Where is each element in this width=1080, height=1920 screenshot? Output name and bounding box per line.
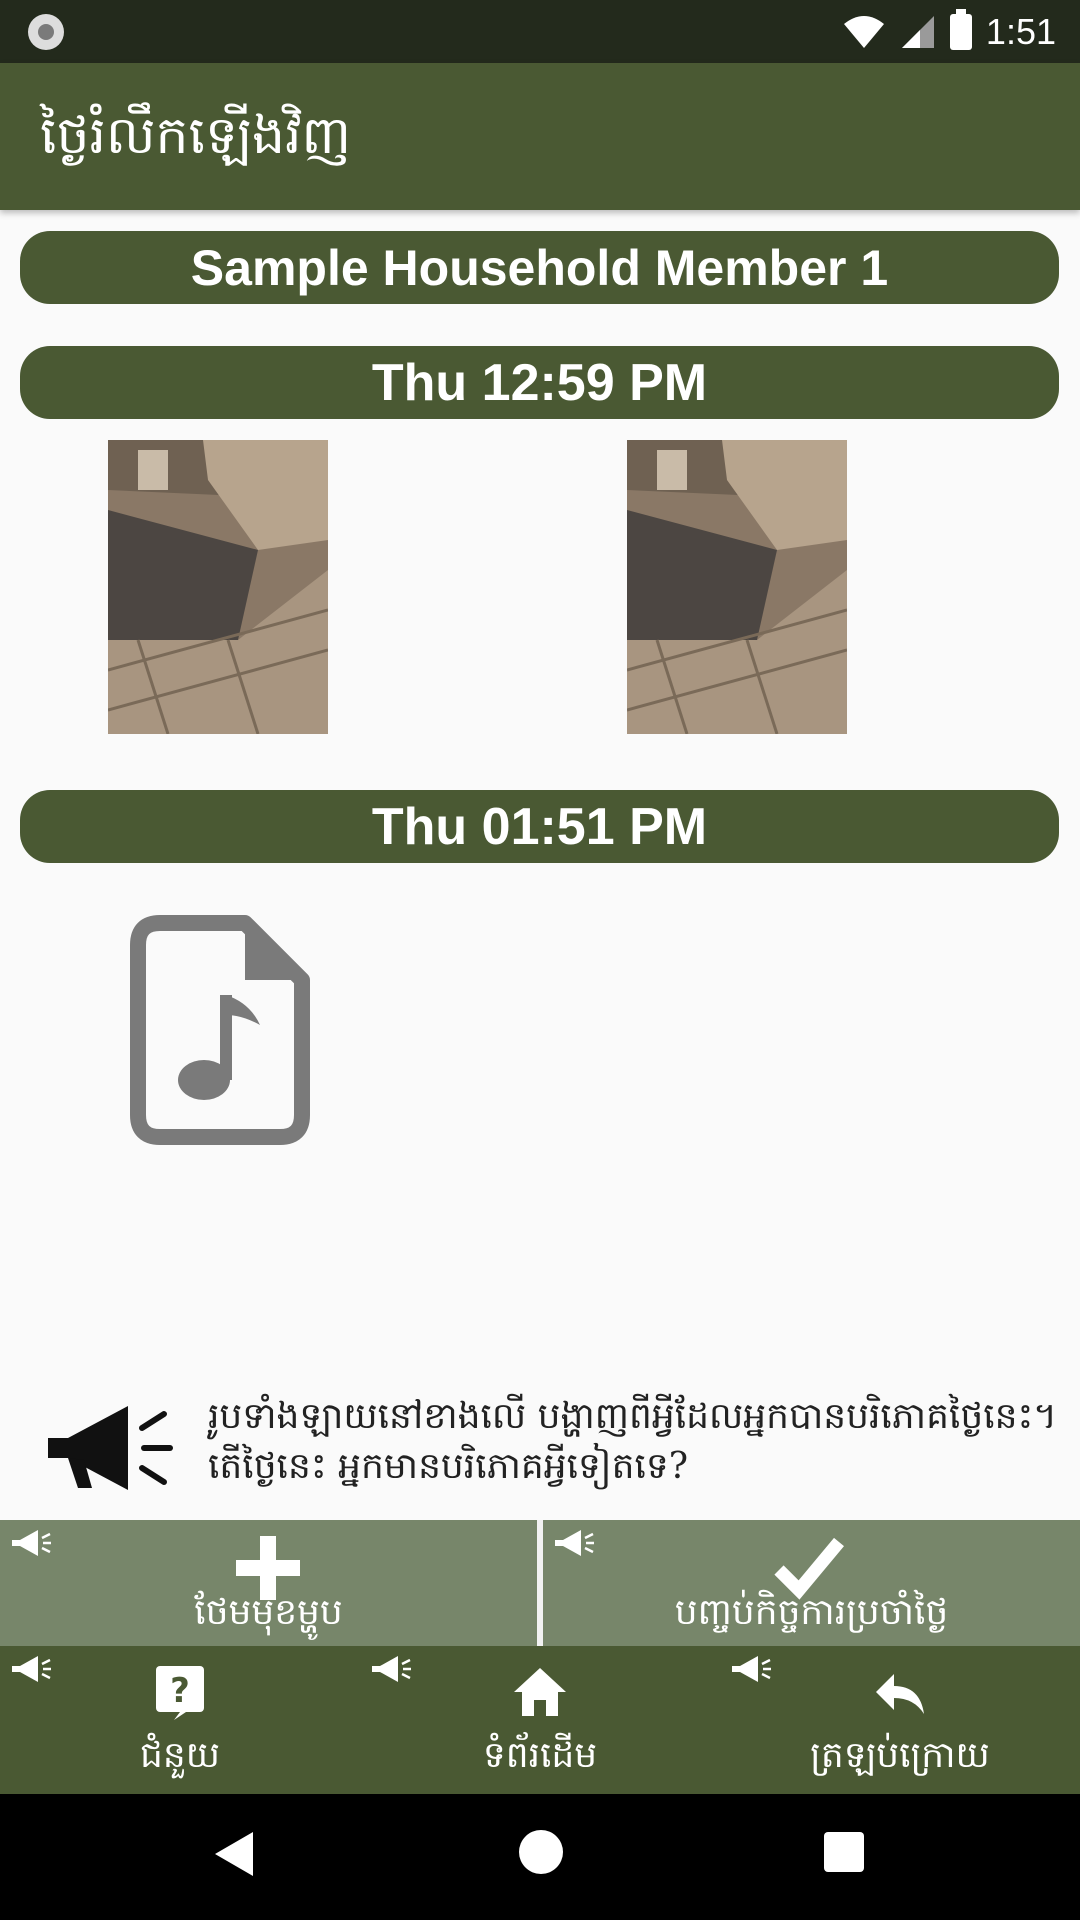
wifi-icon [843, 16, 884, 48]
add-food-label: ថែមមុខម្ហូប [194, 1592, 343, 1633]
photo-image [108, 440, 328, 734]
action-bar: ថែមមុខម្ហូប បញ្ចប់កិច្ចការប្រចាំថ្ងៃ [0, 1520, 1080, 1646]
bottom-navigation: ? ជំនួយ ទំព័រដើម ត្រឡប់ក្រោយ [0, 1646, 1080, 1794]
help-icon: ? [156, 1666, 204, 1720]
nav-home[interactable]: ទំព័រដើម [360, 1646, 720, 1794]
status-time: 1:51 [985, 11, 1056, 52]
finish-day-label: បញ្ចប់កិច្ចការប្រចាំថ្ងៃ [674, 1592, 949, 1633]
speaker-icon[interactable] [8, 1654, 52, 1688]
megaphone-icon[interactable] [38, 1398, 173, 1498]
entry-time-header: Thu 12:59 PM [20, 346, 1059, 419]
member-name-header: Sample Household Member 1 [20, 231, 1059, 304]
nav-back[interactable]: ត្រឡប់ក្រោយ [720, 1646, 1080, 1794]
page-title: ថ្ងៃរំលឹកឡើងវិញ [40, 106, 352, 166]
system-navigation-bar [0, 1794, 1080, 1920]
finish-day-button[interactable]: បញ្ចប់កិច្ចការប្រចាំថ្ងៃ [543, 1520, 1080, 1646]
add-food-button[interactable]: ថែមមុខម្ហូប [0, 1520, 537, 1646]
photo-image [627, 440, 847, 734]
voice-prompt: រូបទាំងឡាយនៅខាងលើ បង្ហាញពីអ្វីដែលអ្នកបាន… [0, 1390, 1080, 1515]
food-photo[interactable] [108, 440, 328, 734]
system-recents-icon[interactable] [824, 1832, 864, 1872]
nav-home-label: ទំព័រដើម [482, 1735, 598, 1776]
battery-icon [949, 9, 972, 50]
prompt-text: រូបទាំងឡាយនៅខាងលើ បង្ហាញពីអ្វីដែលអ្នកបាន… [208, 1396, 1058, 1487]
entry-time-header: Thu 01:51 PM [20, 790, 1059, 863]
speaker-icon[interactable] [8, 1528, 52, 1562]
food-photo[interactable] [627, 440, 847, 734]
speaker-icon[interactable] [728, 1654, 772, 1688]
speaker-icon[interactable] [368, 1654, 412, 1688]
home-icon [514, 1668, 566, 1716]
system-home-icon[interactable] [519, 1830, 563, 1874]
status-bar: 1:51 [0, 0, 1080, 63]
signal-icon [901, 16, 934, 48]
system-back-icon[interactable] [215, 1832, 253, 1876]
audio-file-icon[interactable] [130, 915, 310, 1145]
svg-text:?: ? [170, 1671, 190, 1711]
nav-back-label: ត្រឡប់ក្រោយ [810, 1735, 990, 1776]
app-bar: ថ្ងៃរំលឹកឡើងវិញ [0, 63, 1080, 210]
status-icons: 1:51 [842, 8, 1056, 56]
reply-arrow-icon [876, 1674, 924, 1714]
nav-help[interactable]: ? ជំនួយ [0, 1646, 360, 1794]
record-indicator-icon [28, 14, 64, 50]
speaker-icon[interactable] [551, 1528, 595, 1562]
